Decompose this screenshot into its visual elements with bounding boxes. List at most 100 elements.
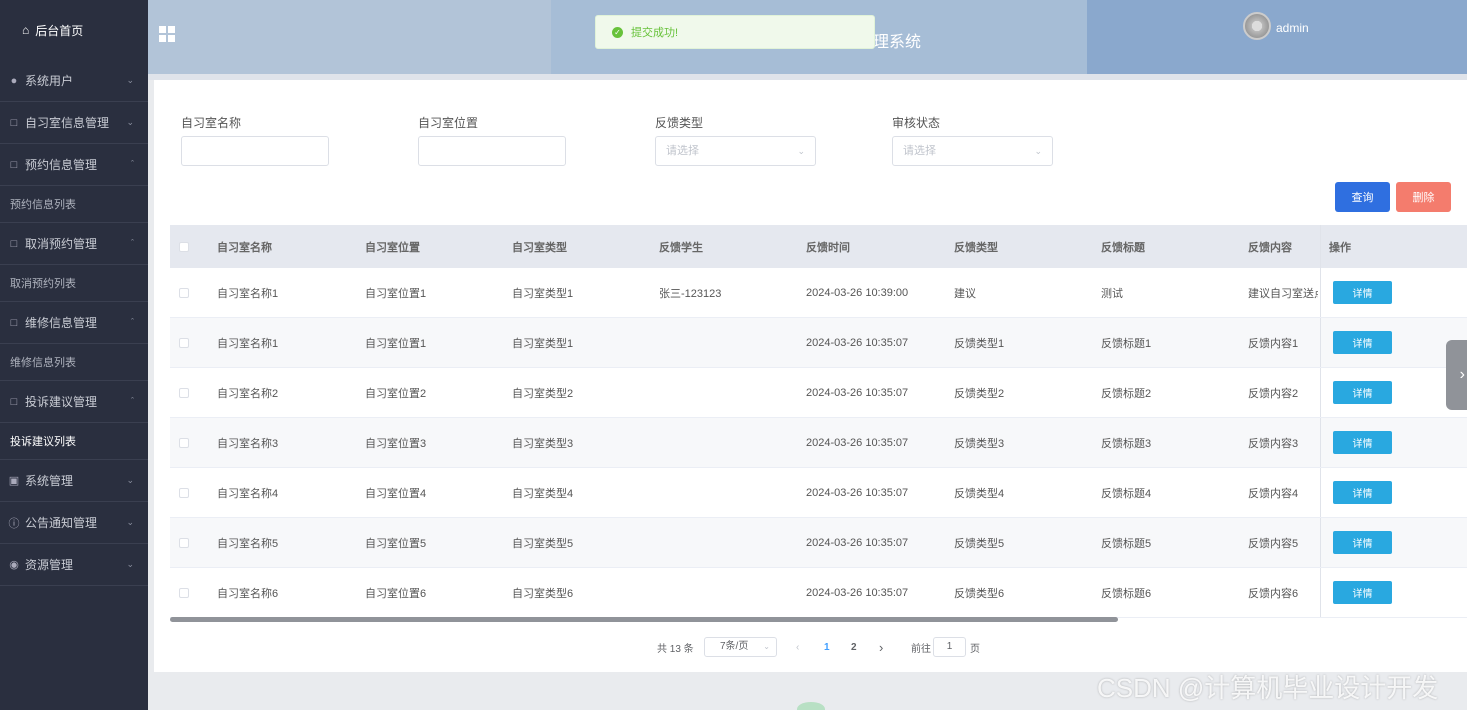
table-cell: 2024-03-26 10:35:07 xyxy=(806,486,909,499)
sidebar-item-resource[interactable]: ◉ 资源管理 ⌄ xyxy=(0,544,148,586)
detail-button[interactable]: 详情 xyxy=(1333,331,1392,354)
row-checkbox[interactable] xyxy=(179,587,189,598)
page-suffix: 页 xyxy=(970,643,980,655)
row-checkbox[interactable] xyxy=(179,287,189,298)
sidebar-subitem-repair-list[interactable]: 维修信息列表 xyxy=(0,344,148,381)
row-checkbox[interactable] xyxy=(179,437,189,448)
detail-button[interactable]: 详情 xyxy=(1333,481,1392,504)
col-header: 操作 xyxy=(1329,241,1351,254)
detail-button[interactable]: 详情 xyxy=(1333,531,1392,554)
table-cell: 反馈标题6 xyxy=(1101,587,1152,600)
page-size-value: 7条/页 xyxy=(720,641,749,652)
table-cell: 反馈类型5 xyxy=(954,537,1005,550)
next-page-icon[interactable]: › xyxy=(879,637,883,657)
chevron-down-icon: ⌄ xyxy=(126,75,134,85)
col-header[interactable]: 反馈时间 xyxy=(806,239,850,255)
folder-icon: □ xyxy=(10,116,18,129)
sidebar-item-label: 投诉建议管理 xyxy=(25,395,98,409)
query-button[interactable]: 查询 xyxy=(1335,182,1390,212)
table-row[interactable]: 自习室名称3 自习室位置3 自习室类型3 2024-03-26 10:35:07 反馈类… xyxy=(170,418,1467,468)
menu-grid-icon[interactable] xyxy=(159,26,175,42)
table-cell: 2024-03-26 10:35:07 xyxy=(806,386,909,399)
type-label: 反馈类型 xyxy=(655,116,704,130)
sidebar-home[interactable]: ⌂ 后台首页 xyxy=(0,0,148,60)
row-checkbox[interactable] xyxy=(179,337,189,348)
sidebar-item-label: 系统管理 xyxy=(25,474,74,488)
sidebar-item-label: 自习室信息管理 xyxy=(25,116,110,130)
row-checkbox[interactable] xyxy=(179,537,189,548)
sidebar-subitem-reservation-list[interactable]: 预约信息列表 xyxy=(0,186,148,223)
op-cell: 详情 xyxy=(1320,368,1467,417)
col-header[interactable]: 反馈内容 xyxy=(1248,239,1318,255)
avatar[interactable] xyxy=(1243,12,1271,40)
sidebar-item-repair[interactable]: □ 维修信息管理 ˆ xyxy=(0,302,148,344)
detail-button[interactable]: 详情 xyxy=(1333,581,1392,604)
detail-button[interactable]: 详情 xyxy=(1333,431,1392,454)
table-row[interactable]: 自习室名称1 自习室位置1 自习室类型1 张三-123123 2024-03-26 10… xyxy=(170,268,1467,318)
sidebar-home-label: 后台首页 xyxy=(35,23,84,38)
page-1[interactable]: 1 xyxy=(824,637,830,657)
page-2[interactable]: 2 xyxy=(851,637,857,657)
table-cell: 2024-03-26 10:39:00 xyxy=(806,286,909,299)
delete-button[interactable]: 删除 xyxy=(1396,182,1451,212)
location-input[interactable] xyxy=(418,136,566,166)
col-header[interactable]: 自习室类型 xyxy=(512,239,567,255)
table-cell: 2024-03-26 10:35:07 xyxy=(806,586,909,599)
table-cell: 反馈内容4 xyxy=(1248,487,1299,500)
col-header[interactable]: 自习室位置 xyxy=(365,239,420,255)
name-input[interactable] xyxy=(181,136,329,166)
row-checkbox[interactable] xyxy=(179,387,189,398)
page-size-select[interactable]: 7条/页 ⌄ xyxy=(704,637,777,657)
detail-button[interactable]: 详情 xyxy=(1333,381,1392,404)
side-drawer-handle[interactable]: › xyxy=(1446,340,1467,410)
type-select[interactable]: 请选择 ⌄ xyxy=(655,136,816,166)
sidebar-item-room-info[interactable]: □ 自习室信息管理 ⌄ xyxy=(0,102,148,144)
table-cell: 建议 xyxy=(954,287,976,300)
sidebar-item-notice[interactable]: ⓘ 公告通知管理 ⌄ xyxy=(0,502,148,544)
table-cell: 反馈类型4 xyxy=(954,487,1005,500)
sidebar-item-system-users[interactable]: ● 系统用户 ⌄ xyxy=(0,60,148,102)
sidebar-subitem-complaint-list[interactable]: 投诉建议列表 xyxy=(0,423,148,460)
main-panel: 自习室名称 自习室位置 反馈类型 请选择 ⌄ 审核状态 请选择 ⌄ 查询 删除 … xyxy=(154,80,1467,672)
col-header[interactable]: 反馈学生 xyxy=(659,239,703,255)
sidebar-subitem-cancel-list[interactable]: 取消预约列表 xyxy=(0,265,148,302)
sidebar-item-label: 预约信息管理 xyxy=(25,158,98,172)
table-row[interactable]: 自习室名称5 自习室位置5 自习室类型5 2024-03-26 10:35:07 反馈类… xyxy=(170,518,1467,568)
folder-icon: □ xyxy=(10,316,18,329)
table-cell: 张三-123123 xyxy=(659,287,722,300)
col-header[interactable]: 反馈类型 xyxy=(954,239,998,255)
select-all-checkbox[interactable] xyxy=(179,241,189,252)
status-label: 审核状态 xyxy=(892,116,941,130)
table-row[interactable]: 自习室名称1 自习室位置1 自习室类型1 2024-03-26 10:35:07 反馈类… xyxy=(170,318,1467,368)
chevron-down-icon: ⌄ xyxy=(1034,146,1042,156)
sidebar-item-cancel[interactable]: □ 取消预约管理 ˆ xyxy=(0,223,148,265)
table-cell: 自习室名称3 xyxy=(217,437,279,450)
table-row[interactable]: 自习室名称6 自习室位置6 自习室类型6 2024-03-26 10:35:07 反馈类… xyxy=(170,568,1467,618)
folder-icon: □ xyxy=(10,237,18,250)
table-cell: 反馈类型6 xyxy=(954,587,1005,600)
sidebar-item-label: 资源管理 xyxy=(25,558,74,572)
prev-page-icon[interactable]: ‹ xyxy=(796,637,799,657)
goto-input[interactable]: 1 xyxy=(933,637,966,657)
sidebar-item-complaint[interactable]: □ 投诉建议管理 ˆ xyxy=(0,381,148,423)
sidebar-item-reservation[interactable]: □ 预约信息管理 ˆ xyxy=(0,144,148,186)
username[interactable]: admin xyxy=(1276,21,1309,35)
status-select[interactable]: 请选择 ⌄ xyxy=(892,136,1053,166)
col-header[interactable]: 反馈标题 xyxy=(1101,239,1145,255)
sidebar-item-system[interactable]: ▣ 系统管理 ⌄ xyxy=(0,460,148,502)
detail-button[interactable]: 详情 xyxy=(1333,281,1392,304)
location-icon: ◉ xyxy=(9,559,19,571)
table-cell: 自习室名称5 xyxy=(217,537,279,550)
table-row[interactable]: 自习室名称4 自习室位置4 自习室类型4 2024-03-26 10:35:07 反馈类… xyxy=(170,468,1467,518)
table-cell: 测试 xyxy=(1101,287,1123,300)
row-checkbox[interactable] xyxy=(179,487,189,498)
toast-message: 提交成功! xyxy=(631,27,679,39)
success-toast: ✓ 提交成功! xyxy=(595,15,875,49)
table-row[interactable]: 自习室名称2 自习室位置2 自习室类型2 2024-03-26 10:35:07 反馈类… xyxy=(170,368,1467,418)
horizontal-scrollbar[interactable] xyxy=(170,617,1118,622)
op-col-header: 操作 xyxy=(1320,225,1467,268)
table-cell: 反馈内容2 xyxy=(1248,387,1299,400)
col-header[interactable]: 自习室名称 xyxy=(217,239,272,255)
sidebar: ⌂ 后台首页 ● 系统用户 ⌄ □ 自习室信息管理 ⌄ □ 预约信息管理 ˆ 预… xyxy=(0,0,148,710)
float-button[interactable] xyxy=(797,702,825,710)
